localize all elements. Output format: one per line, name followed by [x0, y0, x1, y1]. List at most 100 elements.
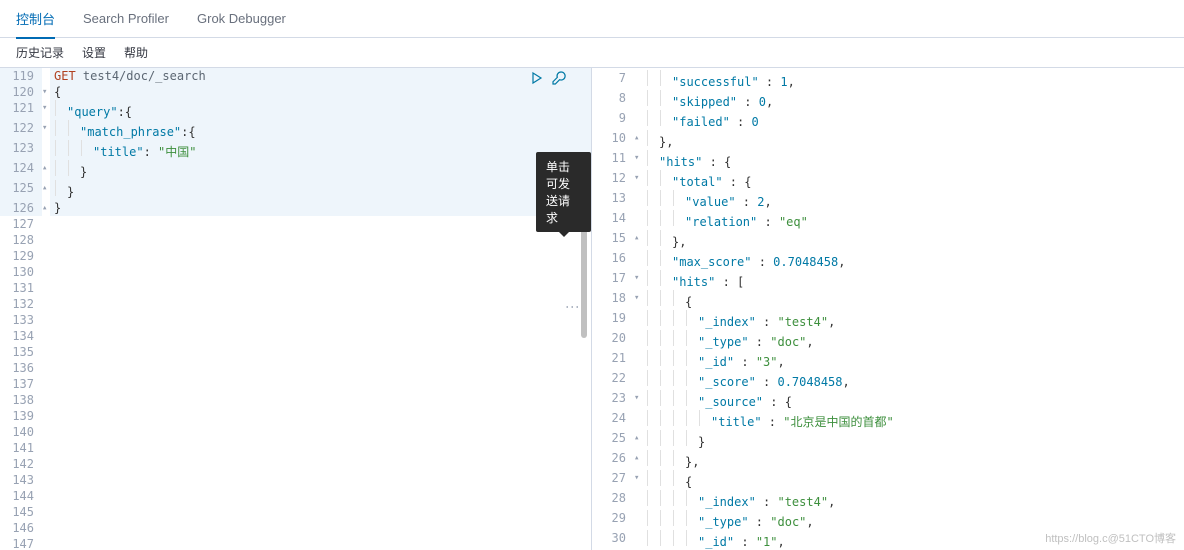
top-tabs: 控制台 Search Profiler Grok Debugger: [0, 0, 1184, 38]
code-line[interactable]: 125 ▴ }: [0, 180, 591, 200]
subtab-help[interactable]: 帮助: [124, 44, 148, 61]
code-line[interactable]: 142: [0, 456, 591, 472]
code-line[interactable]: 135: [0, 344, 591, 360]
fold-toggle[interactable]: ▾: [634, 270, 642, 290]
code-line[interactable]: 18 ▾ {: [592, 290, 1184, 310]
fold-toggle[interactable]: ▾: [634, 170, 642, 190]
code-line[interactable]: 126 ▴ }: [0, 200, 591, 216]
line-number: 25: [592, 430, 634, 450]
code-line[interactable]: 8 "skipped" : 0,: [592, 90, 1184, 110]
resize-handle-icon[interactable]: ⋮: [565, 300, 581, 316]
fold-toggle: [42, 312, 50, 328]
code-line[interactable]: 13 "value" : 2,: [592, 190, 1184, 210]
fold-toggle: [634, 410, 642, 430]
request-editor[interactable]: 119 GET test4/doc/_search 120 ▾ { 121 ▾ …: [0, 68, 592, 550]
line-number: 143: [0, 472, 42, 488]
fold-toggle[interactable]: ▾: [42, 100, 50, 120]
fold-toggle[interactable]: ▴: [634, 430, 642, 450]
line-number: 127: [0, 216, 42, 232]
scrollbar-thumb[interactable]: [581, 218, 587, 338]
code-line[interactable]: 131: [0, 280, 591, 296]
code-line[interactable]: 16 "max_score" : 0.7048458,: [592, 250, 1184, 270]
code-line[interactable]: 10 ▴ },: [592, 130, 1184, 150]
code-line[interactable]: 145: [0, 504, 591, 520]
fold-toggle[interactable]: ▾: [634, 150, 642, 170]
code-line[interactable]: 27 ▾ {: [592, 470, 1184, 490]
response-viewer[interactable]: 7 "successful" : 1, 8 "skipped" : 0, 9 "…: [592, 68, 1184, 550]
fold-toggle: [42, 232, 50, 248]
line-number: 26: [592, 450, 634, 470]
fold-toggle[interactable]: ▴: [42, 160, 50, 180]
fold-toggle[interactable]: ▴: [42, 180, 50, 200]
code-line[interactable]: 29 "_type" : "doc",: [592, 510, 1184, 530]
code-line[interactable]: 21 "_id" : "3",: [592, 350, 1184, 370]
code-line[interactable]: 25 ▴ }: [592, 430, 1184, 450]
line-number: 142: [0, 456, 42, 472]
code-line[interactable]: 26 ▴ },: [592, 450, 1184, 470]
tab-grok-debugger[interactable]: Grok Debugger: [197, 1, 286, 36]
fold-toggle: [42, 488, 50, 504]
code-line[interactable]: 132: [0, 296, 591, 312]
fold-toggle[interactable]: ▾: [634, 390, 642, 410]
fold-toggle[interactable]: ▾: [42, 120, 50, 140]
fold-toggle[interactable]: ▾: [634, 290, 642, 310]
tab-search-profiler[interactable]: Search Profiler: [83, 1, 169, 36]
code-line[interactable]: 17 ▾ "hits" : [: [592, 270, 1184, 290]
code-line[interactable]: 129: [0, 248, 591, 264]
fold-toggle: [42, 536, 50, 550]
code-line[interactable]: 138: [0, 392, 591, 408]
code-line[interactable]: 28 "_index" : "test4",: [592, 490, 1184, 510]
code-line[interactable]: 140: [0, 424, 591, 440]
code-line[interactable]: 119 GET test4/doc/_search: [0, 68, 591, 84]
code-line[interactable]: 136: [0, 360, 591, 376]
code-line[interactable]: 12 ▾ "total" : {: [592, 170, 1184, 190]
fold-toggle[interactable]: ▴: [634, 130, 642, 150]
code-line[interactable]: 139: [0, 408, 591, 424]
code-line[interactable]: 121 ▾ "query":{: [0, 100, 591, 120]
code-line[interactable]: 147: [0, 536, 591, 550]
code-line[interactable]: 144: [0, 488, 591, 504]
fold-toggle[interactable]: ▾: [42, 84, 50, 100]
line-number: 14: [592, 210, 634, 230]
code-line[interactable]: 146: [0, 520, 591, 536]
fold-toggle[interactable]: ▾: [634, 470, 642, 490]
line-number: 139: [0, 408, 42, 424]
code-line[interactable]: 24 "title" : "北京是中国的首都": [592, 410, 1184, 430]
fold-toggle[interactable]: ▴: [634, 230, 642, 250]
fold-toggle: [634, 330, 642, 350]
code-line[interactable]: 133: [0, 312, 591, 328]
subtab-settings[interactable]: 设置: [82, 44, 106, 61]
code-line[interactable]: 124 ▴ }: [0, 160, 591, 180]
code-line[interactable]: 120 ▾ {: [0, 84, 591, 100]
code-line[interactable]: 134: [0, 328, 591, 344]
fold-toggle: [42, 504, 50, 520]
code-line[interactable]: 20 "_type" : "doc",: [592, 330, 1184, 350]
line-number: 126: [0, 200, 42, 216]
fold-toggle[interactable]: ▴: [42, 200, 50, 216]
code-line[interactable]: 23 ▾ "_source" : {: [592, 390, 1184, 410]
line-number: 124: [0, 160, 42, 180]
subtab-history[interactable]: 历史记录: [16, 44, 64, 61]
code-line[interactable]: 128: [0, 232, 591, 248]
code-line[interactable]: 14 "relation" : "eq": [592, 210, 1184, 230]
code-line[interactable]: 22 "_score" : 0.7048458,: [592, 370, 1184, 390]
code-line[interactable]: 19 "_index" : "test4",: [592, 310, 1184, 330]
code-line[interactable]: 11 ▾ "hits" : {: [592, 150, 1184, 170]
fold-toggle: [634, 530, 642, 550]
code-line[interactable]: 7 "successful" : 1,: [592, 70, 1184, 90]
code-line[interactable]: 122 ▾ "match_phrase":{: [0, 120, 591, 140]
code-line[interactable]: 15 ▴ },: [592, 230, 1184, 250]
code-line[interactable]: 141: [0, 440, 591, 456]
tab-console[interactable]: 控制台: [16, 0, 55, 38]
code-line[interactable]: 143: [0, 472, 591, 488]
code-line[interactable]: 137: [0, 376, 591, 392]
code-line[interactable]: 123 "title": "中国": [0, 140, 591, 160]
play-icon[interactable]: [529, 70, 545, 86]
code-line[interactable]: 130: [0, 264, 591, 280]
code-line[interactable]: 127: [0, 216, 591, 232]
line-number: 30: [592, 530, 634, 550]
code-line[interactable]: 9 "failed" : 0: [592, 110, 1184, 130]
fold-toggle[interactable]: ▴: [634, 450, 642, 470]
wrench-icon[interactable]: [551, 70, 567, 86]
line-number: 137: [0, 376, 42, 392]
